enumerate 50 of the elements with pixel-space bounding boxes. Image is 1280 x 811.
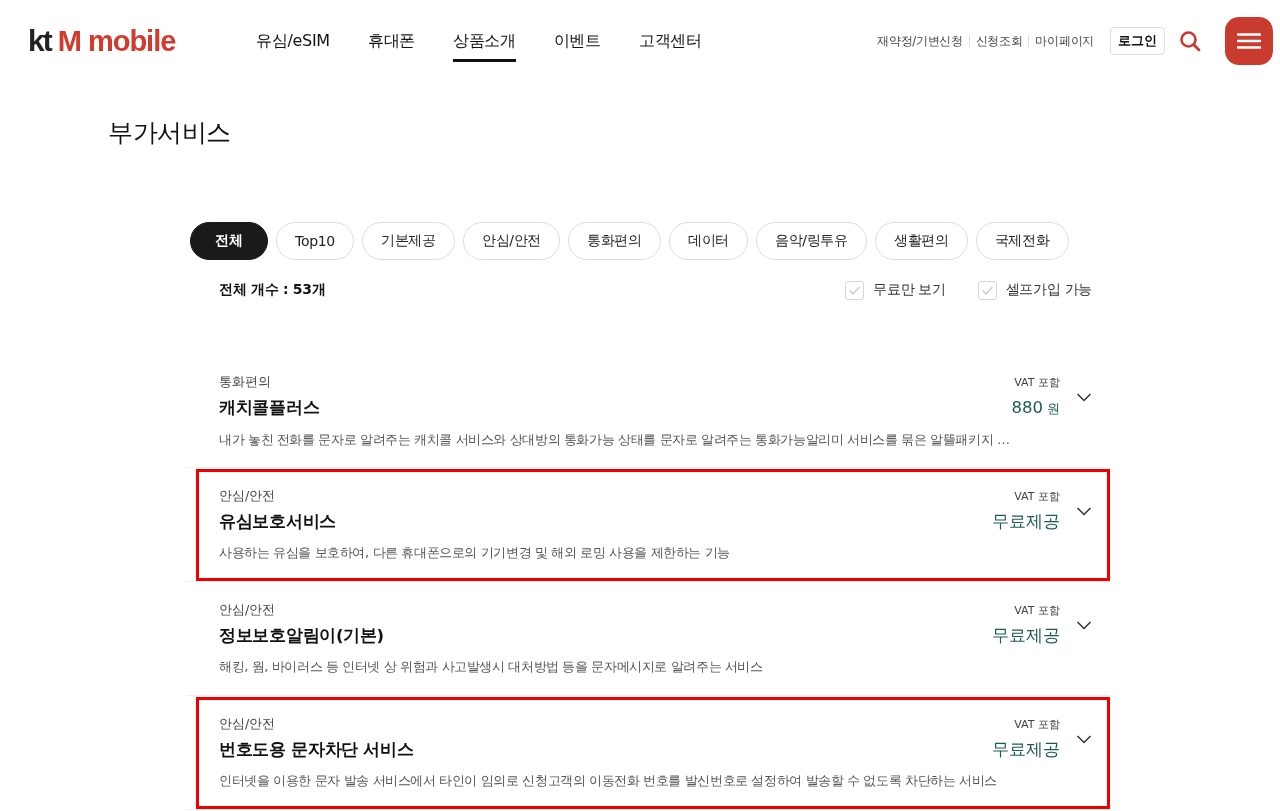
filter-chip[interactable]: 통화편의	[568, 222, 661, 260]
logo[interactable]: kt M mobile	[28, 26, 183, 56]
check-icon	[849, 285, 861, 295]
service-name: 정보보호알림이(기본)	[219, 625, 384, 647]
nav-link[interactable]: 상품소개	[452, 0, 516, 62]
checkbox[interactable]	[845, 280, 865, 300]
login-button[interactable]: 로그인	[1110, 27, 1165, 55]
service-description: 인터넷을 이용한 문자 발송 서비스에서 타인이 임의로 신청고객의 이동전화 번호를 발신번호로 설정하여 발송할 수 없도록 차단하는 서비스	[219, 772, 997, 790]
service-price: 무료제공	[992, 625, 1060, 647]
vat-note: VAT 포함	[1014, 717, 1060, 733]
service-price: 무료제공	[992, 739, 1060, 761]
service-category: 통화편의	[219, 373, 271, 391]
checkbox-label: 무료만 보기	[873, 281, 946, 299]
service-category: 안심/안전	[219, 715, 276, 733]
filter-chip[interactable]: 기본제공	[362, 222, 455, 260]
total-count: 전체 개수 : 53개	[219, 281, 326, 299]
service-price: 무료제공	[992, 511, 1060, 533]
page-title: 부가서비스	[108, 118, 231, 148]
filter-chip[interactable]: 데이터	[668, 222, 748, 260]
check-icon	[981, 285, 993, 295]
service-description: 내가 놓친 전화를 문자로 알려주는 캐치콜 서비스와 상대방의 통화가능 상태를 문자로 알려주는 통화가능알리미 서비스를 묶은 알뜰패키지 …	[219, 431, 1010, 449]
menu-button[interactable]	[1225, 17, 1273, 65]
service-price: 880 원	[1011, 397, 1060, 419]
vat-note: VAT 포함	[1014, 375, 1060, 391]
service-category: 안심/안전	[219, 601, 276, 619]
nav-link[interactable]: 휴대폰	[367, 0, 415, 62]
checkbox[interactable]	[977, 280, 997, 300]
vat-note: VAT 포함	[1014, 489, 1060, 505]
menu-icon	[1237, 33, 1261, 49]
filter-chip[interactable]: 국제전화	[975, 222, 1069, 260]
utility-link[interactable]: 신청조회	[975, 33, 1023, 49]
checkbox-label: 셀프가입 가능	[1005, 281, 1092, 299]
service-name: 번호도용 문자차단 서비스	[219, 739, 414, 761]
service-description: 사용하는 유심을 보호하여, 다른 휴대폰으로의 기기변경 및 해외 로밍 사용을 제한하는 기능	[219, 544, 730, 562]
filter-chip[interactable]: Top10	[276, 222, 354, 260]
vat-note: VAT 포함	[1014, 603, 1060, 619]
search-icon[interactable]	[1179, 30, 1201, 52]
nav-link[interactable]: 고객센터	[638, 0, 702, 62]
service-name: 캐치콜플러스	[219, 397, 320, 419]
service-name: 유심보호서비스	[219, 511, 336, 533]
utility-link[interactable]: 재약정/기변신청	[877, 33, 963, 49]
filter-chip[interactable]: 전체	[190, 222, 268, 260]
filter-chip[interactable]: 안심/안전	[462, 222, 561, 260]
filter-chip[interactable]: 생활편의	[874, 222, 968, 260]
service-description: 해킹, 웜, 바이러스 등 인터넷 상 위험과 사고발생시 대처방법 등을 문자메시지로 알려주는 서비스	[219, 658, 763, 676]
utility-link[interactable]: 마이페이지	[1035, 33, 1094, 49]
nav-link[interactable]: 이벤트	[553, 0, 601, 62]
nav-link[interactable]: 유심/eSIM	[256, 0, 330, 62]
service-category: 안심/안전	[219, 487, 276, 505]
filter-chip[interactable]: 음악/링투유	[755, 222, 867, 260]
